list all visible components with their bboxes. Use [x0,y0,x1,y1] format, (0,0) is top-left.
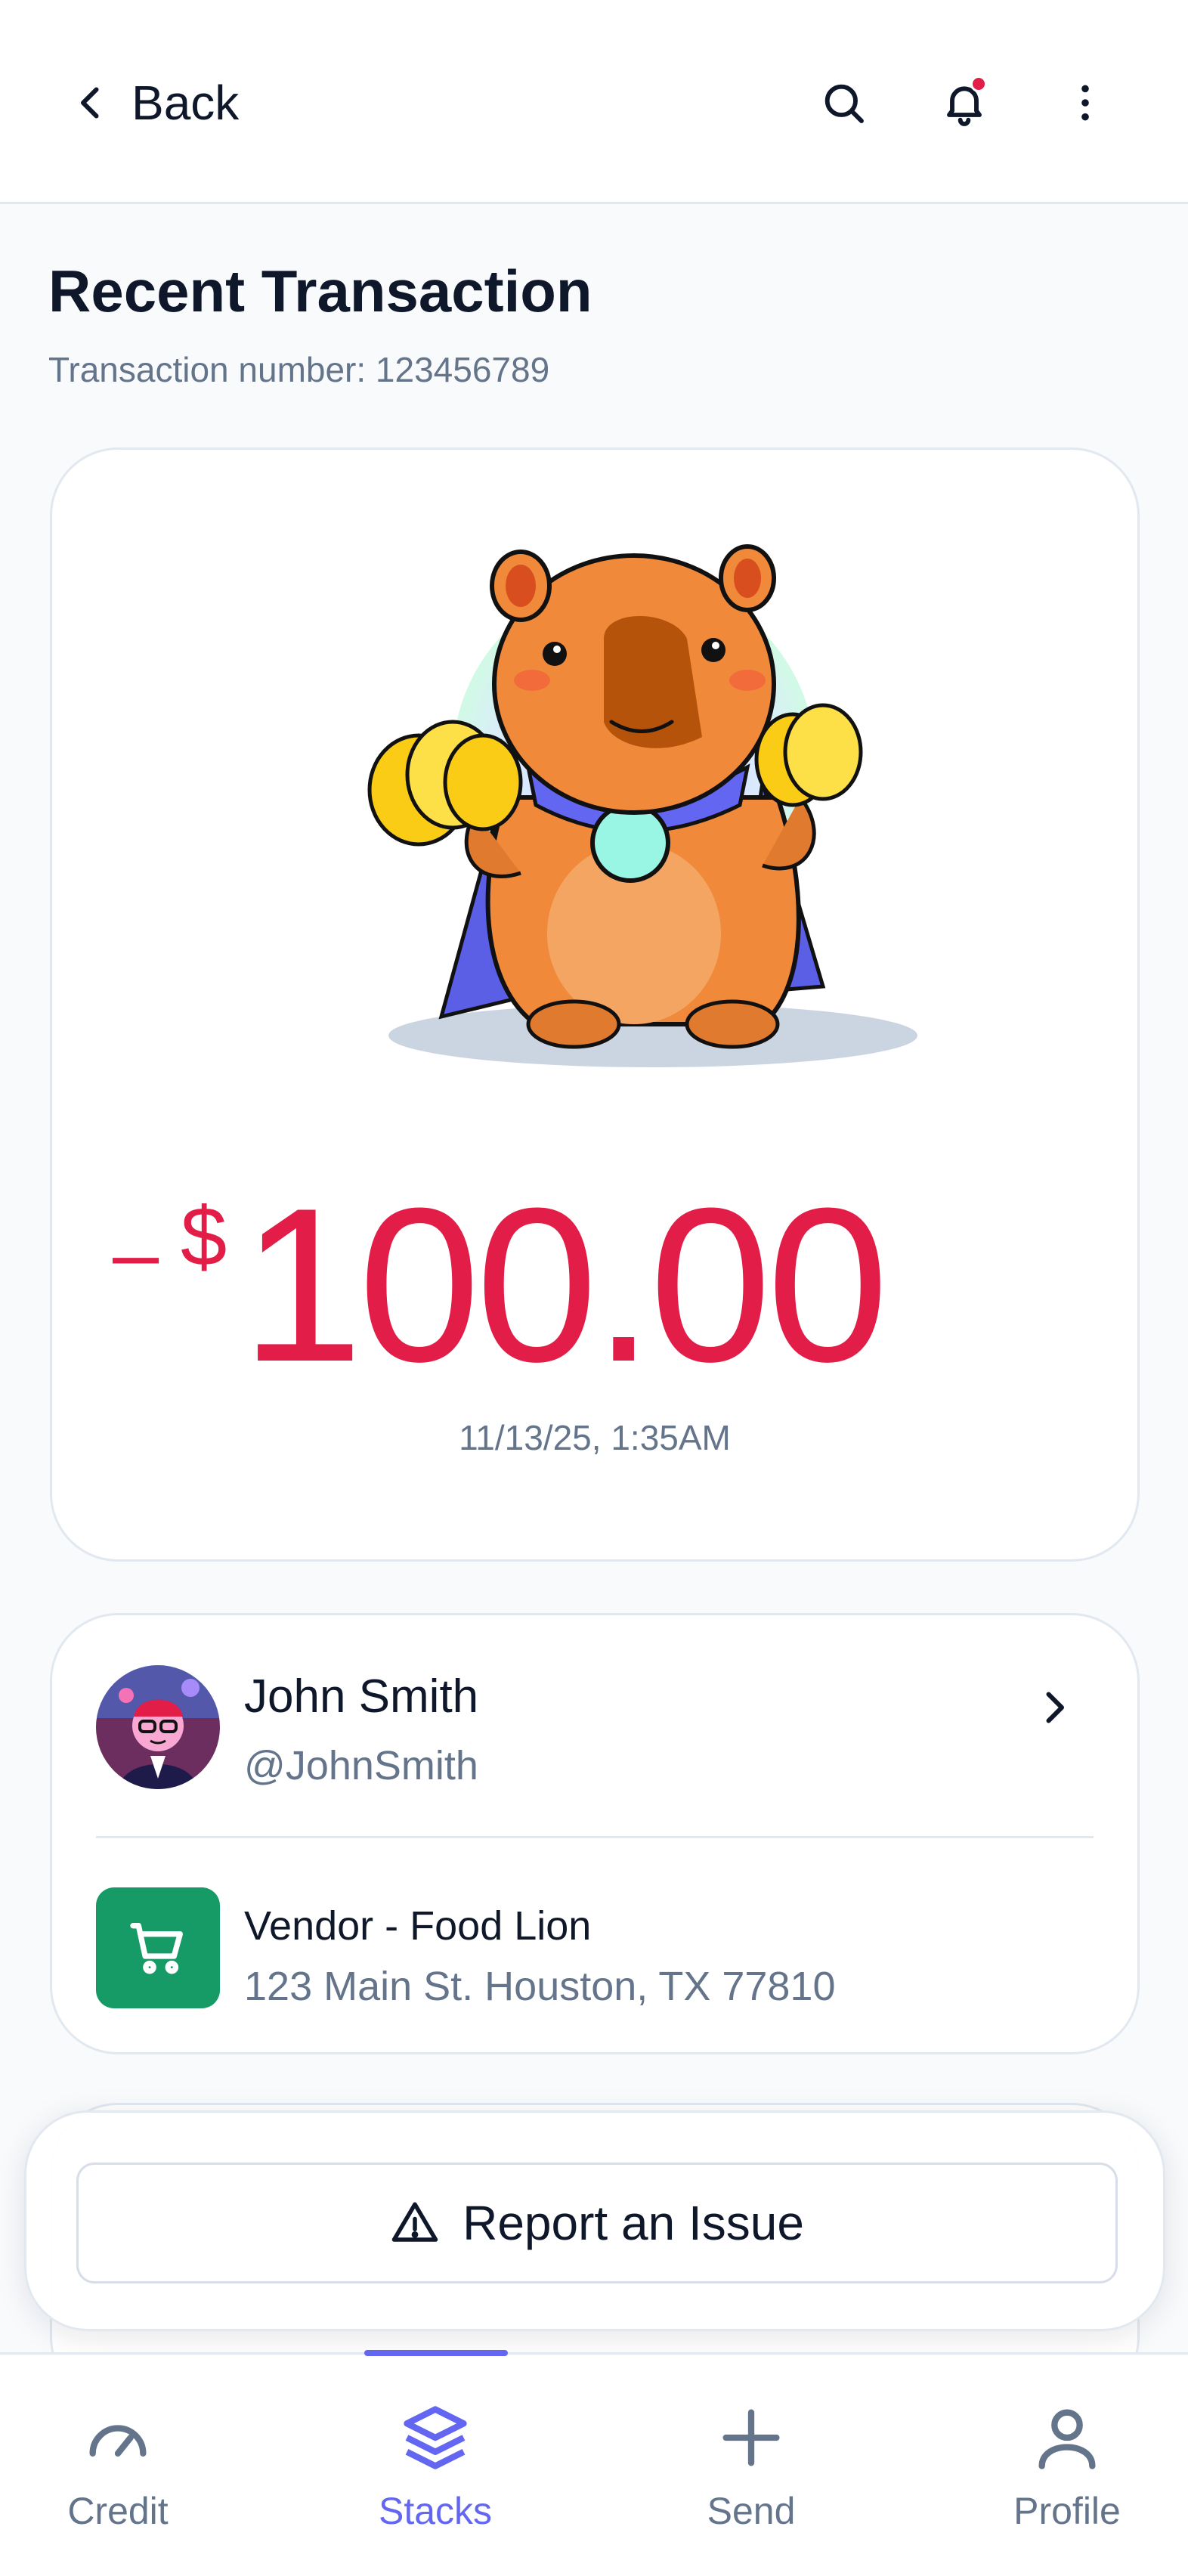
search-icon [824,84,864,123]
back-label: Back [131,76,240,130]
vendor-name: Vendor - Food Lion [244,1903,592,1949]
nav-label-stacks: Stacks [378,2490,493,2532]
nav-item-send[interactable]: Send [638,2400,865,2566]
nav-item-profile[interactable]: Profile [954,2400,1180,2566]
transaction-summary-card: – $ 100.00 11/13/25, 1:35AM [50,447,1140,1562]
vendor-icon-tile [96,1887,220,2008]
nav-label-credit: Credit [67,2490,169,2532]
currency-symbol: $ [181,1190,227,1283]
vendor-address: 123 Main St. Houston, TX 77810 [244,1964,836,2009]
warning-triangle-icon [391,2202,438,2242]
report-issue-panel: Report an Issue [24,2110,1165,2331]
transaction-amount: – $ 100.00 [52,1160,1137,1395]
shopping-cart-icon [130,1923,183,1974]
transaction-datetime: 11/13/25, 1:35AM [459,1418,731,1457]
plus-icon [722,2409,780,2466]
counterparty-handle: @JohnSmith [244,1743,478,1788]
notification-badge [970,76,987,92]
page-title: Recent Transaction [48,258,592,324]
active-tab-indicator [364,2350,508,2356]
top-app-bar: Back [0,0,1188,204]
divider [96,1836,1094,1838]
report-issue-button[interactable]: Report an Issue [76,2163,1118,2283]
avatar [96,1665,220,1789]
nav-label-send: Send [707,2490,796,2532]
chevron-left-icon [81,87,99,119]
amount-sign: – [113,1207,159,1300]
chevron-right-icon[interactable] [1032,1685,1077,1730]
user-avatar-illustration [96,1665,220,1789]
report-issue-label: Report an Issue [463,2196,804,2250]
back-button[interactable]: Back [68,73,239,133]
transaction-parties-card: John Smith @JohnSmith Vendor - Food Lion… [50,1613,1140,2054]
notifications-button[interactable] [934,73,995,133]
nav-item-credit[interactable]: Credit [5,2400,231,2566]
capybara-mascot-illustration [367,544,917,1067]
more-vertical-icon [1081,85,1089,121]
bottom-navigation: Credit Stacks Send Profile [0,2350,1188,2576]
counterparty-name[interactable]: John Smith [244,1670,478,1723]
nav-item-stacks[interactable]: Stacks [322,2400,549,2566]
gauge-icon [89,2425,147,2457]
nav-label-profile: Profile [1013,2490,1121,2532]
more-options-button[interactable] [1055,73,1115,133]
layers-icon [404,2406,467,2469]
transaction-number: Transaction number: 123456789 [48,350,550,389]
amount-value: 100.00 [241,1163,889,1407]
search-button[interactable] [813,73,874,133]
user-icon [1038,2409,1096,2469]
